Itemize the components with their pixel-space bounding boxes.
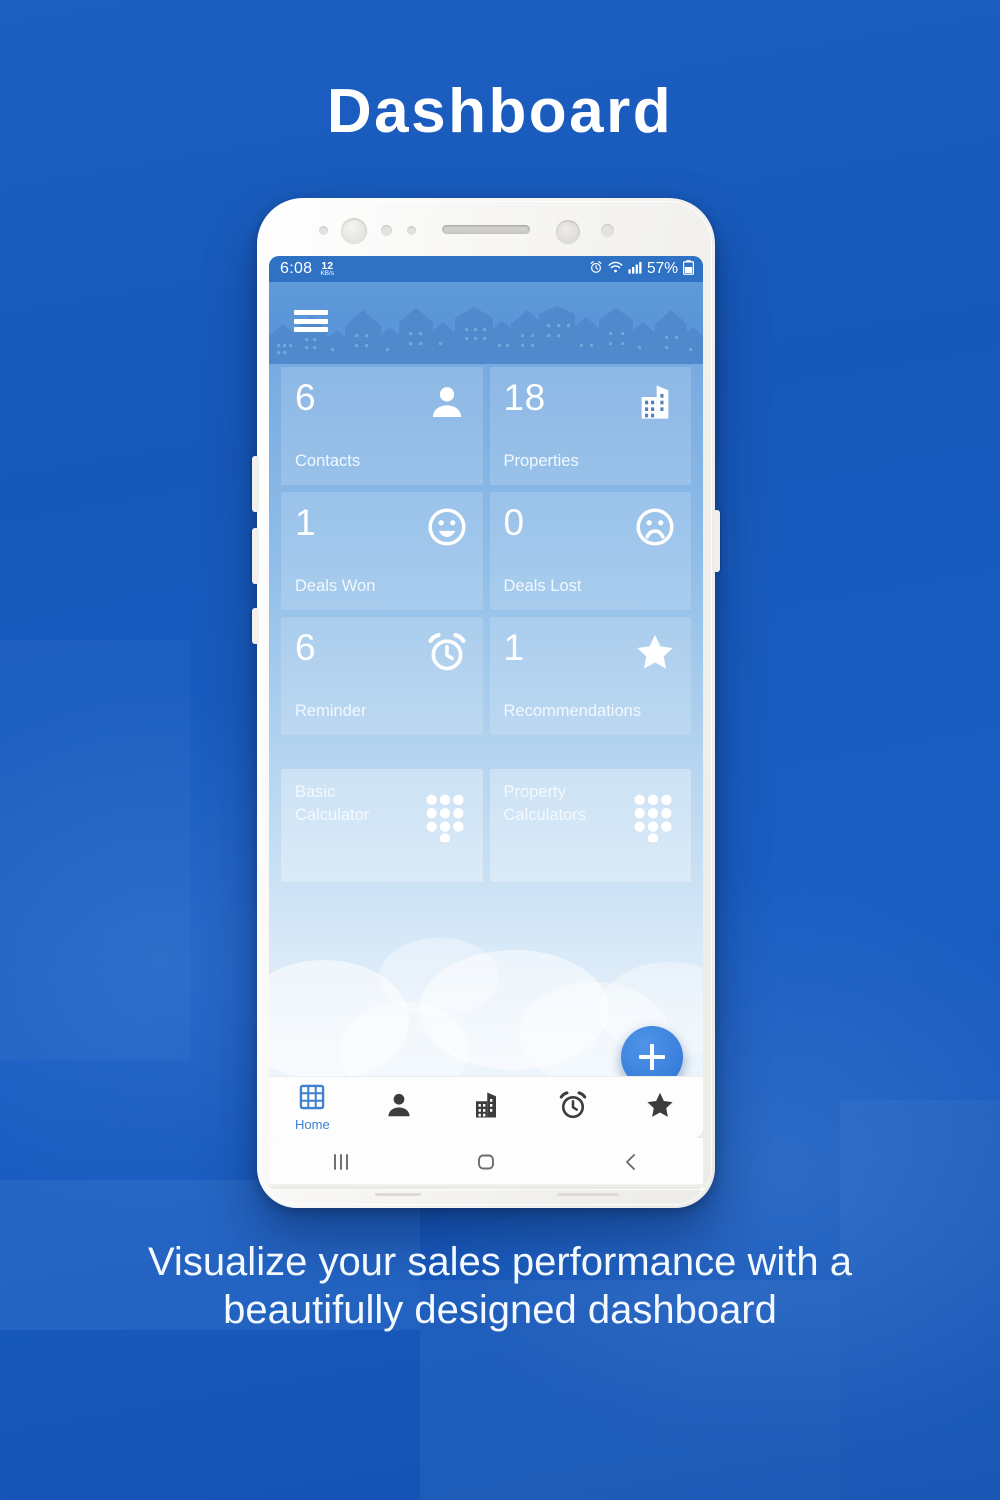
earpiece-speaker [442, 225, 530, 234]
phone-bottom-chin [269, 1184, 703, 1189]
alarm-icon [589, 260, 603, 278]
tile-row: Basic Calculator Property Calculators [281, 769, 691, 882]
power-button[interactable] [713, 510, 720, 572]
tile-contacts[interactable]: 6 Contacts [281, 367, 483, 485]
tile-label: Reminder [295, 702, 367, 720]
person-icon [384, 1090, 414, 1125]
sensor-icon [407, 226, 416, 235]
volume-up-button[interactable] [252, 456, 259, 512]
sad-face-icon [632, 504, 678, 550]
person-icon [424, 379, 470, 425]
recents-icon[interactable] [329, 1150, 353, 1179]
status-icons: 57% [589, 259, 695, 279]
proximity-sensor-icon [319, 226, 328, 235]
back-chevron-icon[interactable] [619, 1150, 643, 1179]
tile-properties[interactable]: 18 Properties [489, 367, 691, 485]
led-indicator-icon [601, 224, 614, 237]
alarm-clock-icon [558, 1090, 588, 1125]
android-navigation-bar [269, 1138, 703, 1190]
tile-label: Properties [503, 452, 579, 470]
star-icon [632, 629, 678, 675]
battery-percent: 57% [646, 260, 678, 277]
tile-property-calculators[interactable]: Property Calculators [489, 769, 691, 882]
tile-deals-lost[interactable]: 0 Deals Lost [489, 492, 691, 610]
grid-home-icon [298, 1083, 326, 1116]
status-bar: 6:08 12 KB/s 57% [269, 256, 703, 282]
city-skyline-icon [269, 306, 703, 364]
marketing-caption: Visualize your sales performance with a … [147, 1240, 853, 1332]
app-bar [269, 282, 703, 364]
tile-deals-won[interactable]: 1 Deals Won [281, 492, 483, 610]
nav-item-properties[interactable] [443, 1090, 530, 1125]
phone-screen: 6:08 12 KB/s 57% 6 Contacts 18 Propertie… [269, 256, 703, 1138]
nav-item-recommendations[interactable] [616, 1090, 703, 1125]
nav-item-home[interactable]: Home [269, 1083, 356, 1132]
bottom-navigation-bar: Home [269, 1076, 703, 1138]
light-sensor-icon [381, 225, 392, 236]
signal-bars-icon [628, 261, 642, 278]
building-icon [471, 1090, 501, 1125]
battery-icon [682, 259, 695, 279]
nav-item-reminders[interactable] [529, 1090, 616, 1125]
nav-item-contacts[interactable] [356, 1090, 443, 1125]
cloud-shape [379, 938, 499, 1016]
home-square-icon[interactable] [474, 1150, 498, 1179]
wifi-icon [608, 261, 623, 278]
tile-row: 1 Deals Won 0 Deals Lost [281, 492, 691, 610]
tile-recommendations[interactable]: 1 Recommendations [489, 617, 691, 735]
keypad-dots-icon [631, 791, 675, 843]
plus-icon [639, 1044, 665, 1070]
status-time: 6:08 [280, 260, 313, 277]
assistant-button[interactable] [252, 608, 259, 644]
phone-mockup: 6:08 12 KB/s 57% 6 Contacts 18 Propertie… [252, 198, 720, 1208]
background-patch [0, 640, 190, 1060]
happy-face-icon [424, 504, 470, 550]
tile-row: 6 Reminder 1 Recommendations [281, 617, 691, 735]
nav-item-label: Home [295, 1117, 330, 1132]
iris-scanner-icon [556, 220, 580, 244]
tile-basic-calculator[interactable]: Basic Calculator [281, 769, 483, 882]
dashboard-tiles: 6 Contacts 18 Properties 1 Deals Won 0 D… [281, 367, 691, 889]
tile-label: Contacts [295, 452, 361, 470]
alarm-clock-icon [424, 629, 470, 675]
keypad-dots-icon [423, 791, 467, 843]
network-speed-indicator: 12 KB/s [320, 261, 334, 277]
phone-top-bezel [257, 198, 715, 256]
tile-label: Deals Lost [503, 577, 582, 595]
star-icon [645, 1090, 675, 1125]
tile-label: Deals Won [295, 577, 376, 595]
speaker-grille [557, 1193, 619, 1196]
volume-down-button[interactable] [252, 528, 259, 584]
building-icon [632, 379, 678, 425]
hamburger-menu-icon[interactable] [294, 310, 328, 332]
network-speed-unit: KB/s [320, 269, 335, 277]
tile-reminder[interactable]: 6 Reminder [281, 617, 483, 735]
speaker-grille [375, 1193, 421, 1196]
page-title: Dashboard [326, 77, 674, 146]
front-camera-icon [341, 218, 367, 244]
tile-label: Recommendations [503, 702, 642, 720]
tile-row: 6 Contacts 18 Properties [281, 367, 691, 485]
